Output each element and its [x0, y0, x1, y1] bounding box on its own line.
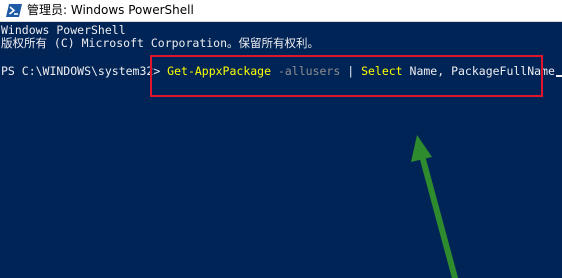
title-bar[interactable]: 管理员: Windows PowerShell: [0, 0, 562, 22]
console-prompt: PS C:\WINDOWS\system32>: [1, 64, 168, 78]
powershell-icon: [6, 4, 22, 17]
window-title: 管理员: Windows PowerShell: [27, 3, 194, 17]
console-copyright-line: 版权所有 (C) Microsoft Corporation。保留所有权利。: [1, 36, 320, 50]
command-highlight-box: [150, 55, 543, 97]
text-cursor: [555, 75, 562, 77]
powershell-window: 管理员: Windows PowerShell Windows PowerShe…: [0, 0, 562, 278]
